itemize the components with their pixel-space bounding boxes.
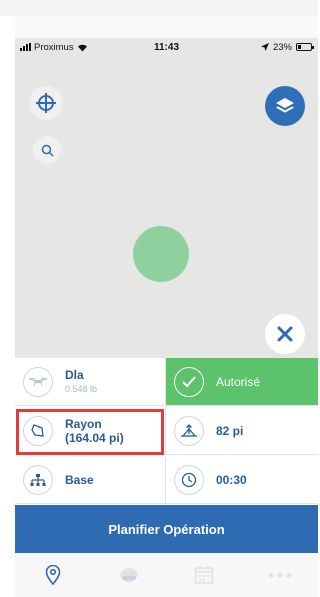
clock-icon-wrap [174, 464, 204, 495]
battery-icon [296, 43, 314, 51]
tab-pilot[interactable] [91, 553, 167, 597]
app-screen: Proximus 11:43 23% Dla 0.548 lb Autorisé… [0, 0, 318, 597]
base-tile[interactable]: Base [15, 456, 166, 504]
hierarchy-icon [30, 473, 46, 486]
layers-button[interactable] [265, 86, 305, 126]
drone-icon [28, 377, 48, 386]
altitude-label: 82 pi [216, 423, 244, 438]
left-margin [0, 16, 15, 597]
status-bar: Proximus 11:43 23% [15, 38, 318, 56]
search-icon [41, 144, 54, 157]
crosshair-icon [36, 93, 56, 113]
duration-label: 00:30 [216, 472, 247, 487]
duration-tile[interactable]: 00:30 [166, 456, 318, 504]
helmet-icon [119, 568, 138, 583]
battery-percent: 23% [272, 41, 292, 53]
location-arrow-icon [260, 43, 269, 51]
drone-weight: 0.548 lb [65, 383, 98, 394]
close-button[interactable] [265, 314, 305, 354]
tab-calendar[interactable] [167, 553, 243, 597]
operation-zone-circle[interactable] [133, 226, 189, 282]
close-icon [277, 326, 293, 342]
altitude-icon-wrap [174, 415, 204, 446]
authorization-tile[interactable]: Autorisé [166, 358, 318, 406]
drone-info: Dla 0.548 lb [65, 368, 97, 396]
drone-name: Dla [65, 367, 84, 382]
tab-bar [15, 553, 318, 597]
map-search-button[interactable] [33, 136, 61, 164]
check-icon [182, 375, 196, 387]
calendar-icon [195, 566, 214, 584]
radius-highlight-box [16, 409, 164, 455]
location-pin-icon [45, 565, 61, 585]
phone-frame: Proximus 11:43 23% Dla 0.548 lb Autorisé… [15, 16, 318, 597]
locate-button[interactable] [29, 86, 63, 120]
top-strip [0, 0, 318, 16]
clock-icon [181, 472, 197, 487]
hierarchy-icon-wrap [23, 464, 53, 495]
authorization-label: Autorisé [216, 374, 261, 389]
altitude-tile[interactable]: 82 pi [166, 407, 318, 455]
tab-more[interactable] [242, 553, 318, 597]
more-dots-icon [268, 572, 292, 578]
altitude-icon [181, 423, 197, 437]
map-view[interactable] [15, 56, 318, 358]
check-icon-wrap [174, 366, 204, 397]
layers-icon [276, 98, 294, 113]
drone-icon-wrap [23, 366, 53, 397]
plan-operation-button[interactable]: Planifier Opération [15, 505, 318, 553]
status-right: 23% [260, 41, 314, 53]
drone-tile[interactable]: Dla 0.548 lb [15, 358, 166, 406]
tab-map[interactable] [15, 553, 91, 597]
base-label: Base [65, 472, 94, 487]
operation-settings-grid: Dla 0.548 lb Autorisé Rayon (164.04 pi) … [15, 358, 318, 504]
